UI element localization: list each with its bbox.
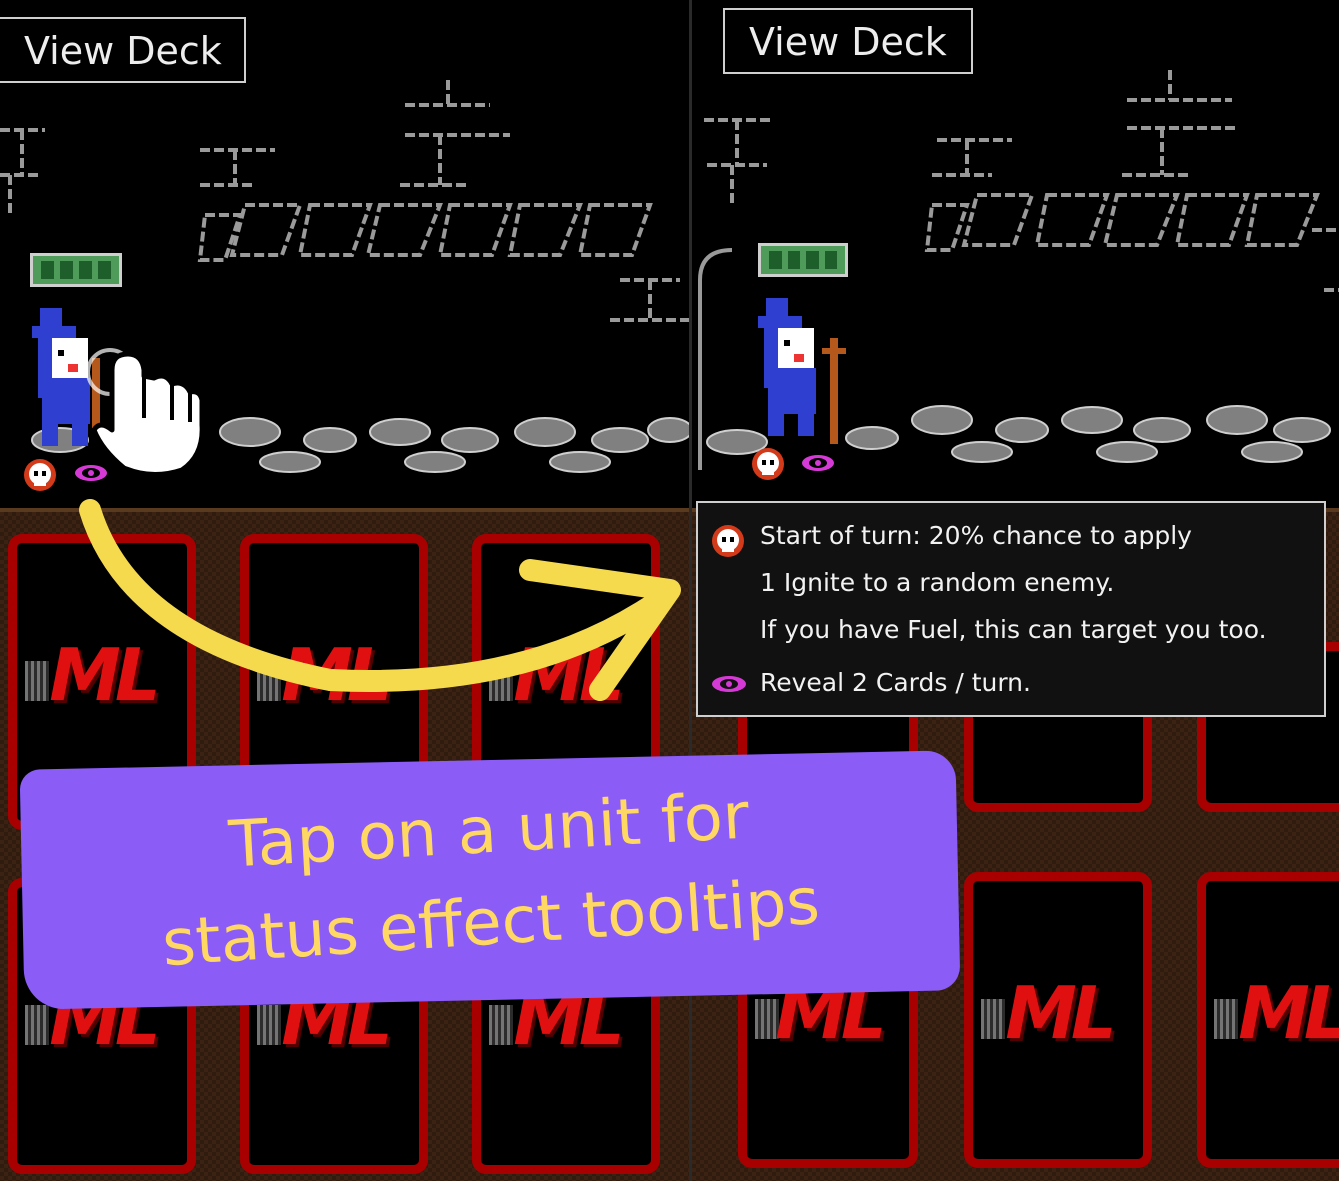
tooltip-line: Start of turn: 20% chance to apply (760, 521, 1192, 550)
battle-scene (692, 0, 1339, 512)
health-bar (30, 253, 122, 287)
skull-flame-icon (712, 525, 744, 557)
eye-icon[interactable] (800, 452, 836, 474)
skull-flame-icon[interactable] (22, 455, 58, 493)
card-logo: ML (1005, 971, 1117, 1055)
tooltip-line: If you have Fuel, this can target you to… (760, 615, 1267, 644)
card[interactable]: ML (1197, 872, 1339, 1168)
view-deck-button[interactable]: View Deck (723, 8, 973, 74)
tap-hand-icon (86, 348, 205, 477)
arrow-icon (79, 499, 681, 701)
card-logo: ML (1238, 971, 1339, 1055)
card[interactable]: ML (964, 872, 1152, 1168)
health-bar (758, 243, 848, 277)
skull-flame-icon[interactable] (750, 444, 786, 484)
eye-icon (712, 676, 746, 692)
view-deck-button[interactable]: View Deck (0, 17, 246, 83)
status-tooltip: Start of turn: 20% chance to apply 1 Ign… (696, 501, 1326, 717)
tooltip-line: Reveal 2 Cards / turn. (760, 668, 1031, 697)
right-panel: View Deck ML ML ML Start of turn: 20% ch… (692, 0, 1339, 1181)
tooltip-line: 1 Ignite to a random enemy. (760, 568, 1115, 597)
instruction-banner: Tap on a unit for status effect tooltips (19, 750, 961, 1010)
wizard-unit[interactable] (754, 288, 854, 448)
